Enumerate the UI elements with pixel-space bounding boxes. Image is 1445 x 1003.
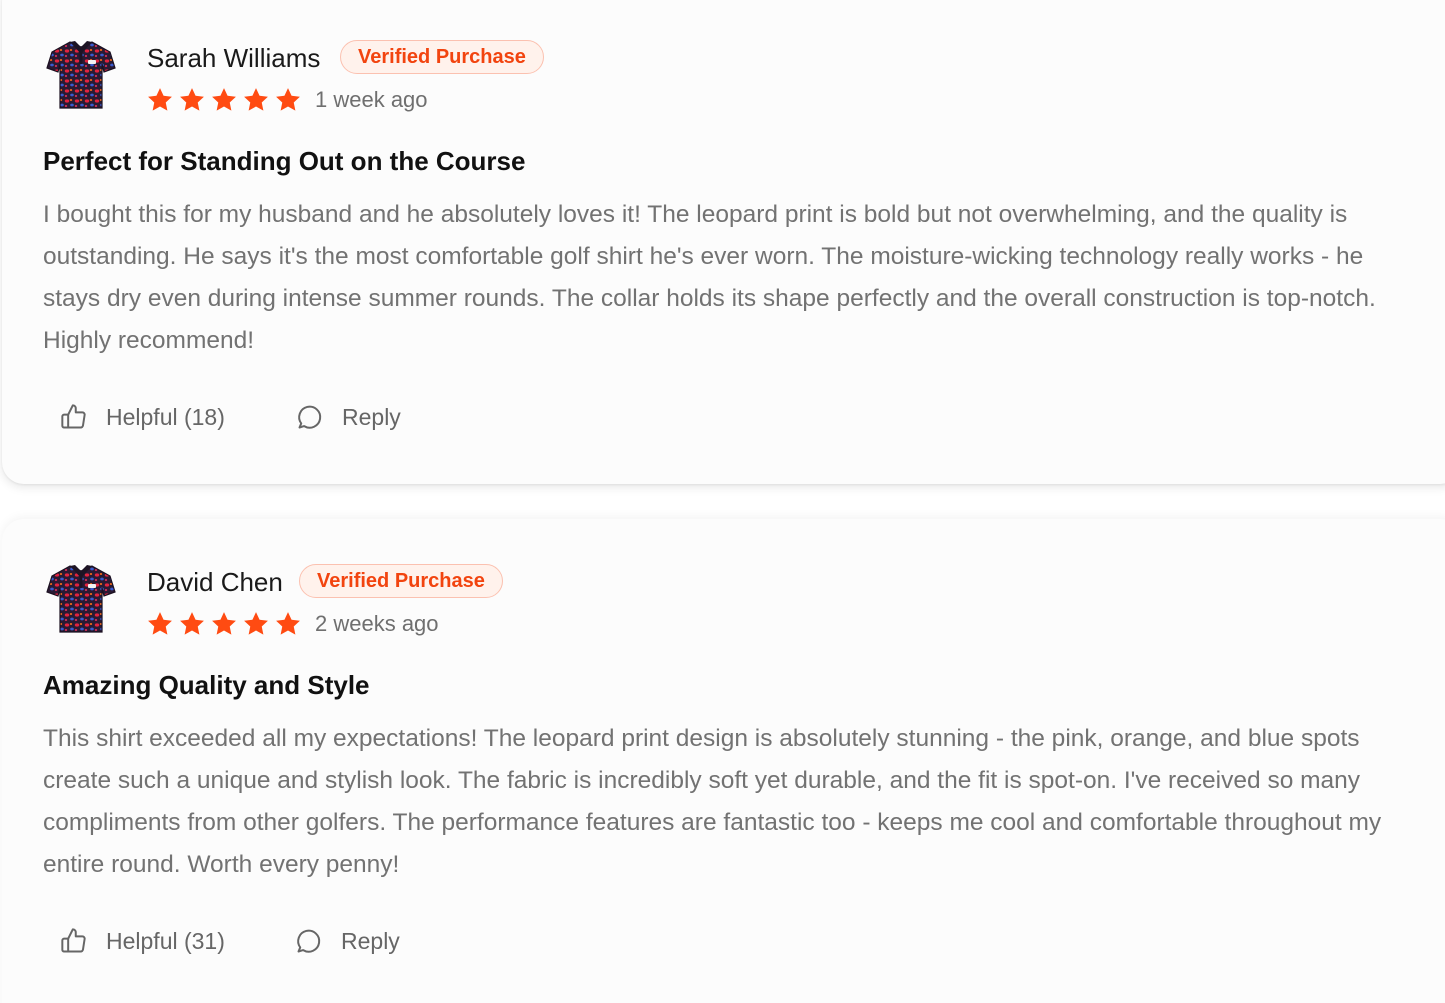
reply-label: Reply [341, 927, 400, 954]
review-time: 2 weeks ago [315, 611, 439, 636]
thumbs-up-icon [61, 928, 86, 953]
reply-button[interactable]: Reply [296, 401, 401, 433]
helpful-label: Helpful (31) [106, 927, 225, 954]
review-title: Perfect for Standing Out on the Course [43, 146, 526, 176]
star-rating [146, 86, 302, 114]
leopard-golf-shirt-icon [46, 41, 116, 109]
review-card: David Chen Verified Purchase 2 weeks ago… [2, 519, 1445, 1003]
star-icon [244, 612, 268, 635]
reviewer-name: David Chen [147, 567, 283, 597]
star-icon [212, 88, 236, 111]
speech-bubble-icon [297, 929, 321, 953]
star-icon [212, 612, 236, 635]
speech-bubble-icon [298, 405, 322, 429]
helpful-label: Helpful (18) [106, 403, 225, 430]
review-body: This shirt exceeded all my expectations!… [43, 725, 1382, 878]
helpful-button[interactable]: Helpful (31) [60, 925, 225, 957]
verified-purchase-badge: Verified Purchase [299, 564, 503, 598]
star-rating [146, 610, 302, 638]
review-list: Sarah Williams Verified Purchase 1 week … [0, 0, 1445, 1003]
review-card: Sarah Williams Verified Purchase 1 week … [2, 0, 1445, 484]
star-icon [276, 612, 300, 635]
review-body: I bought this for my husband and he abso… [43, 201, 1376, 354]
reply-label: Reply [342, 403, 401, 430]
star-icon [180, 612, 204, 635]
star-icon [148, 88, 172, 111]
review-title: Amazing Quality and Style [43, 670, 370, 700]
leopard-golf-shirt-icon [46, 565, 116, 633]
reviewer-avatar [44, 38, 118, 112]
star-icon [276, 88, 300, 111]
reply-button[interactable]: Reply [295, 925, 400, 957]
verified-purchase-badge: Verified Purchase [340, 40, 544, 74]
reviewer-name: Sarah Williams [147, 43, 321, 73]
review-time: 1 week ago [315, 87, 428, 112]
reviewer-avatar [44, 562, 118, 636]
star-icon [180, 88, 204, 111]
star-icon [244, 88, 268, 111]
star-icon [148, 612, 172, 635]
thumbs-up-icon [61, 404, 86, 429]
helpful-button[interactable]: Helpful (18) [60, 401, 225, 433]
